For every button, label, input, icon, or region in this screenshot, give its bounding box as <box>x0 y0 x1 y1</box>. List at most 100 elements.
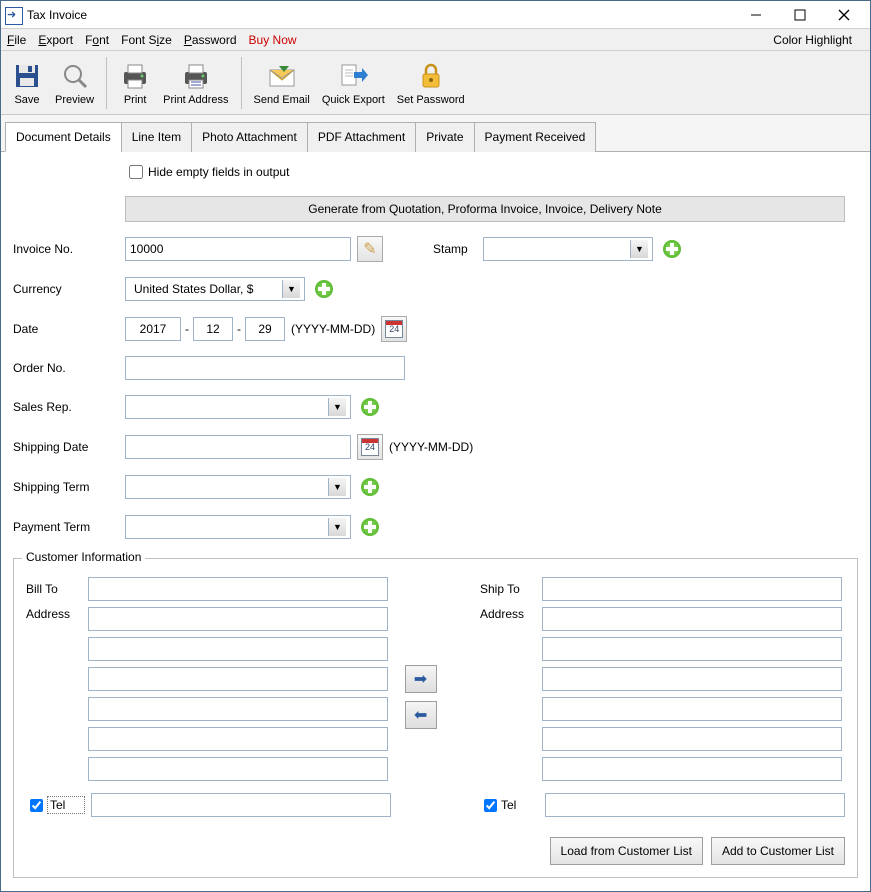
sales-rep-select[interactable]: ▼ <box>125 395 351 419</box>
generate-from-button[interactable]: Generate from Quotation, Proforma Invoic… <box>125 196 845 222</box>
date-format-hint: (YYYY-MM-DD) <box>291 322 375 336</box>
ship-address-line-2[interactable] <box>542 637 842 661</box>
hide-empty-checkbox-label[interactable]: Hide empty fields in output <box>125 162 289 182</box>
bill-tel-checkbox[interactable] <box>30 799 43 812</box>
tab-payment-received[interactable]: Payment Received <box>474 122 597 152</box>
chevron-down-icon: ▼ <box>328 478 346 496</box>
bill-to-input[interactable] <box>88 577 388 601</box>
bill-tel-label: Tel <box>47 796 85 814</box>
close-button[interactable] <box>822 2 866 28</box>
date-year-input[interactable] <box>125 317 181 341</box>
tab-content: Hide empty fields in output Generate fro… <box>1 152 870 891</box>
menu-export[interactable]: Export <box>38 33 73 47</box>
bill-address-line-3[interactable] <box>88 667 388 691</box>
customer-info-legend: Customer Information <box>22 550 145 564</box>
add-sales-rep-button[interactable] <box>357 394 383 420</box>
ship-to-label: Ship To <box>480 582 542 596</box>
set-password-button[interactable]: Set Password <box>391 54 471 112</box>
calendar-icon: 24 <box>361 438 379 456</box>
tab-photo-attachment[interactable]: Photo Attachment <box>191 122 308 152</box>
magnifier-icon <box>59 60 91 92</box>
stamp-label: Stamp <box>433 242 483 256</box>
print-button[interactable]: Print <box>113 54 157 112</box>
sales-rep-label: Sales Rep. <box>13 400 125 414</box>
ship-address-line-1[interactable] <box>542 607 842 631</box>
bill-address-label: Address <box>26 607 88 621</box>
date-day-input[interactable] <box>245 317 285 341</box>
add-payment-term-button[interactable] <box>357 514 383 540</box>
ship-tel-input[interactable] <box>545 793 845 817</box>
plus-icon <box>361 518 379 536</box>
ship-tel-checkbox[interactable] <box>484 799 497 812</box>
save-icon <box>11 60 43 92</box>
window-title: Tax Invoice <box>27 8 734 22</box>
menu-font[interactable]: Font <box>85 33 109 47</box>
pencil-icon: ✎ <box>363 239 376 259</box>
chevron-down-icon: ▼ <box>282 280 300 298</box>
date-picker-button[interactable]: 24 <box>381 316 407 342</box>
currency-select[interactable]: United States Dollar, $ ▼ <box>125 277 305 301</box>
bill-address-line-6[interactable] <box>88 757 388 781</box>
customer-information-group: Customer Information Bill To Address <box>13 558 858 878</box>
tab-line-item[interactable]: Line Item <box>121 122 192 152</box>
app-icon <box>5 7 21 23</box>
arrow-left-icon: ➡ <box>414 705 427 725</box>
menubar: File Export Font Font Size Password Buy … <box>1 29 870 51</box>
bill-tel-input[interactable] <box>91 793 391 817</box>
save-button[interactable]: Save <box>5 54 49 112</box>
plus-icon <box>663 240 681 258</box>
menu-color-highlight[interactable]: Color Highlight <box>773 33 852 47</box>
ship-address-line-4[interactable] <box>542 697 842 721</box>
print-address-button[interactable]: Print Address <box>157 54 234 112</box>
maximize-button[interactable] <box>778 2 822 28</box>
tab-private[interactable]: Private <box>415 122 474 152</box>
add-currency-button[interactable] <box>311 276 337 302</box>
tab-pdf-attachment[interactable]: PDF Attachment <box>307 122 416 152</box>
payment-term-select[interactable]: ▼ <box>125 515 351 539</box>
maximize-icon <box>794 9 806 21</box>
ship-address-line-6[interactable] <box>542 757 842 781</box>
app-window: Tax Invoice File Export Font Font Size P… <box>0 0 871 892</box>
copy-left-button[interactable]: ➡ <box>405 701 437 729</box>
tab-strip: Document Details Line Item Photo Attachm… <box>1 115 870 152</box>
menu-password[interactable]: Password <box>184 33 237 47</box>
order-no-input[interactable] <box>125 356 405 380</box>
copy-right-button[interactable]: ➡ <box>405 665 437 693</box>
send-email-button[interactable]: Send Email <box>248 54 316 112</box>
load-customer-list-button[interactable]: Load from Customer List <box>550 837 703 865</box>
minimize-button[interactable] <box>734 2 778 28</box>
preview-button[interactable]: Preview <box>49 54 100 112</box>
quick-export-button[interactable]: Quick Export <box>316 54 391 112</box>
date-month-input[interactable] <box>193 317 233 341</box>
menu-buy-now[interactable]: Buy Now <box>249 33 297 47</box>
invoice-no-edit-button[interactable]: ✎ <box>357 236 383 262</box>
ship-address-line-5[interactable] <box>542 727 842 751</box>
bill-address-line-1[interactable] <box>88 607 388 631</box>
shipping-date-picker-button[interactable]: 24 <box>357 434 383 460</box>
bill-address-line-5[interactable] <box>88 727 388 751</box>
invoice-no-label: Invoice No. <box>13 242 125 256</box>
menu-fontsize[interactable]: Font Size <box>121 33 172 47</box>
payment-term-label: Payment Term <box>13 520 125 534</box>
shipping-term-select[interactable]: ▼ <box>125 475 351 499</box>
chevron-down-icon: ▼ <box>328 518 346 536</box>
tab-document-details[interactable]: Document Details <box>5 122 122 152</box>
bill-address-line-4[interactable] <box>88 697 388 721</box>
add-customer-list-button[interactable]: Add to Customer List <box>711 837 845 865</box>
ship-tel-label: Tel <box>501 798 539 812</box>
plus-icon <box>361 398 379 416</box>
ship-to-input[interactable] <box>542 577 842 601</box>
order-no-label: Order No. <box>13 361 125 375</box>
shipping-date-format-hint: (YYYY-MM-DD) <box>389 440 473 454</box>
shipping-date-input[interactable] <box>125 435 351 459</box>
printer-icon <box>119 60 151 92</box>
add-shipping-term-button[interactable] <box>357 474 383 500</box>
hide-empty-checkbox[interactable] <box>129 165 143 179</box>
date-label: Date <box>13 322 125 336</box>
bill-address-line-2[interactable] <box>88 637 388 661</box>
menu-file[interactable]: File <box>7 33 26 47</box>
invoice-no-input[interactable] <box>125 237 351 261</box>
add-stamp-button[interactable] <box>659 236 685 262</box>
stamp-select[interactable]: ▼ <box>483 237 653 261</box>
ship-address-line-3[interactable] <box>542 667 842 691</box>
